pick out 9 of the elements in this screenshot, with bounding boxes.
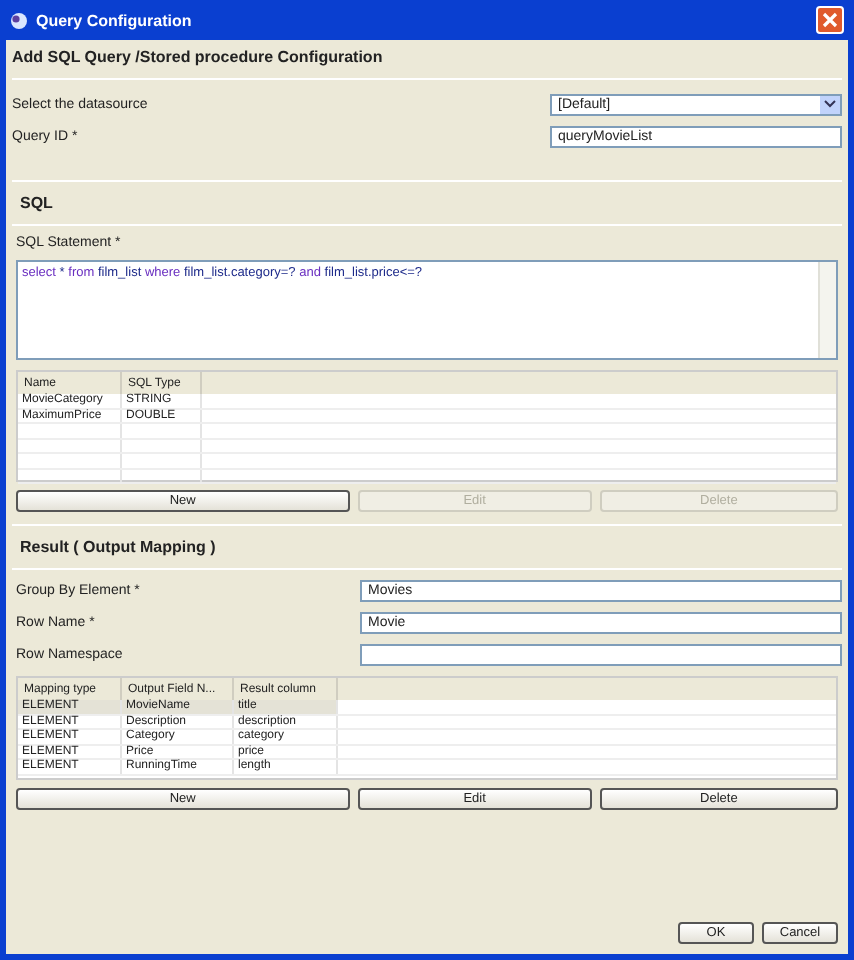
section-heading: SQL [18,192,55,216]
input-field[interactable] [360,643,842,665]
section-heading: Result ( Output Mapping ) [18,536,218,560]
chevron-icon [824,100,836,108]
close-button[interactable] [816,6,844,34]
close-icon [822,12,838,28]
dialog-header: Add SQL Query /Stored procedure Configuration [12,46,385,70]
window-title: Query Configuration [36,11,194,29]
app-icon [10,11,28,29]
